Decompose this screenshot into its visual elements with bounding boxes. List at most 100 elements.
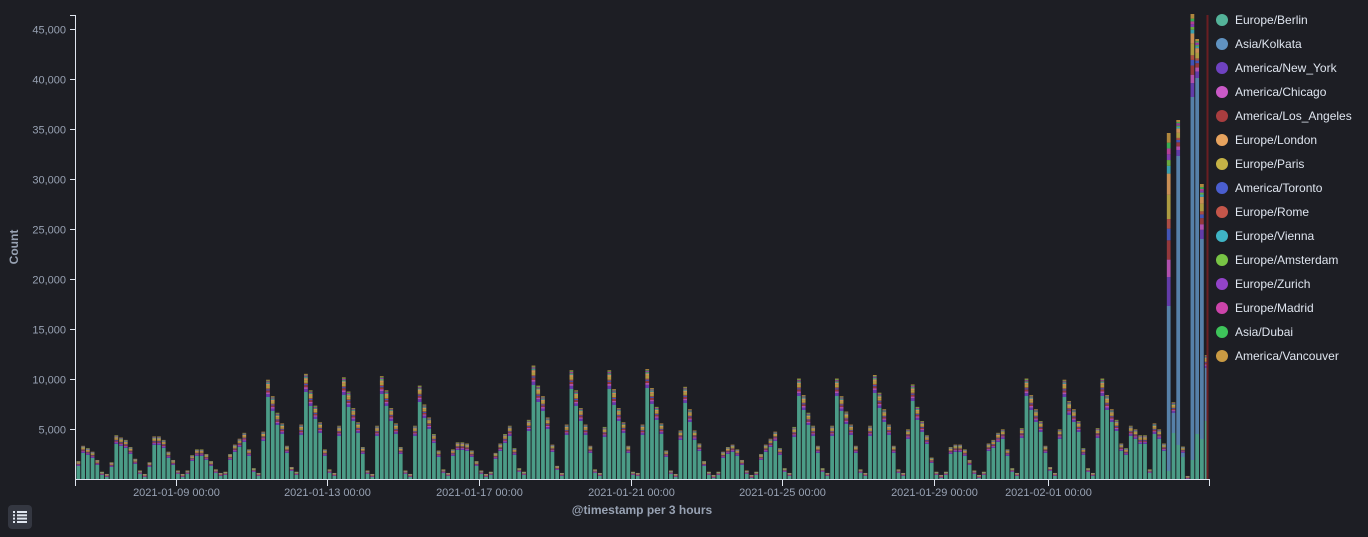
bar-segment-america-new-york[interactable] — [702, 465, 706, 466]
bar-segment-america-chicago[interactable] — [602, 434, 607, 436]
bar-segment-america-new-york[interactable] — [1000, 437, 1005, 439]
bar-stack[interactable] — [853, 445, 858, 479]
bar-segment-europe-paris[interactable] — [422, 409, 427, 412]
bar-segment-america-los-angeles[interactable] — [1133, 435, 1138, 437]
bar-stack[interactable] — [1000, 429, 1005, 479]
bar-segment-america-vancouver[interactable] — [1133, 429, 1138, 430]
bar-segment-europe-london[interactable] — [640, 427, 645, 429]
bar-segment-america-los-angeles[interactable] — [1176, 142, 1181, 147]
bar-segment-america-vancouver[interactable] — [261, 431, 266, 433]
bar-segment-europe-paris[interactable] — [133, 460, 138, 462]
bar-segment-america-new-york[interactable] — [114, 442, 119, 444]
bar-segment-america-chicago[interactable] — [455, 447, 460, 449]
bar-segment-america-new-york[interactable] — [95, 464, 100, 465]
bar-segment-europe-paris[interactable] — [550, 447, 555, 449]
bar-segment-europe-paris[interactable] — [455, 445, 460, 447]
bar-segment-america-los-angeles[interactable] — [503, 439, 507, 441]
bar-segment-europe-berlin[interactable] — [223, 475, 228, 479]
bar-segment-asia-kolkata[interactable] — [1200, 239, 1204, 439]
bar-segment-america-toronto[interactable] — [545, 423, 550, 425]
bar-segment-america-new-york[interactable] — [612, 402, 616, 405]
bar-segment-europe-london[interactable] — [853, 447, 858, 449]
bar-segment-america-los-angeles[interactable] — [1162, 448, 1166, 449]
bar-segment-europe-paris[interactable] — [1162, 446, 1166, 448]
bar-segment-america-vancouver[interactable] — [242, 432, 247, 434]
bar-segment-europe-berlin[interactable] — [270, 411, 275, 479]
bar-stack[interactable] — [664, 450, 669, 479]
bar-segment-america-los-angeles[interactable] — [906, 435, 910, 437]
bar-segment-europe-london[interactable] — [844, 414, 849, 417]
bar-segment-america-toronto[interactable] — [507, 431, 512, 433]
bar-segment-america-toronto[interactable] — [986, 447, 991, 449]
bar-segment-europe-berlin[interactable] — [868, 436, 872, 479]
bar-stack[interactable] — [484, 473, 488, 479]
bar-segment-europe-berlin[interactable] — [446, 476, 451, 479]
bar-stack[interactable] — [308, 390, 313, 479]
bar-segment-america-new-york[interactable] — [346, 404, 351, 407]
bar-segment-europe-london[interactable] — [313, 408, 318, 411]
bar-segment-america-chicago[interactable] — [1105, 406, 1109, 408]
bar-segment-america-los-angeles[interactable] — [379, 387, 384, 390]
bar-stack[interactable] — [379, 376, 384, 479]
bar-segment-europe-zurich[interactable] — [266, 381, 270, 383]
bar-segment-europe-berlin[interactable] — [778, 455, 782, 479]
bar-segment-america-new-york[interactable] — [455, 448, 460, 450]
bar-segment-america-vancouver[interactable] — [1190, 14, 1195, 19]
bar-segment-america-toronto[interactable] — [792, 432, 797, 434]
bar-segment-europe-paris[interactable] — [161, 442, 166, 444]
bar-segment-europe-paris[interactable] — [834, 384, 839, 388]
bar-segment-america-toronto[interactable] — [526, 426, 531, 427]
bar-stack[interactable] — [436, 450, 441, 479]
bar-segment-europe-paris[interactable] — [1095, 431, 1100, 434]
bar-segment-america-chicago[interactable] — [451, 454, 455, 455]
bar-segment-america-vancouver[interactable] — [379, 376, 384, 378]
bar-segment-europe-vienna[interactable] — [384, 393, 389, 395]
bar-stack[interactable] — [375, 425, 379, 479]
bar-segment-america-chicago[interactable] — [1114, 428, 1119, 430]
bar-segment-america-los-angeles[interactable] — [436, 454, 441, 456]
bar-segment-europe-berlin[interactable] — [341, 395, 346, 479]
bar-segment-america-toronto[interactable] — [882, 416, 887, 418]
bar-segment-europe-vienna[interactable] — [346, 394, 351, 396]
bar-segment-america-vancouver[interactable] — [541, 396, 545, 398]
bar-segment-america-vancouver[interactable] — [1195, 39, 1200, 42]
bar-segment-america-vancouver[interactable] — [1128, 425, 1133, 427]
bar-segment-europe-paris[interactable] — [1133, 432, 1138, 435]
bar-segment-europe-london[interactable] — [413, 428, 417, 430]
bar-segment-europe-paris[interactable] — [95, 461, 100, 463]
bar-segment-america-chicago[interactable] — [128, 452, 133, 453]
bar-segment-america-chicago[interactable] — [953, 450, 958, 451]
bar-segment-asia-dubai[interactable] — [536, 386, 541, 388]
bar-segment-europe-amsterdam[interactable] — [1029, 397, 1034, 398]
bar-segment-america-chicago[interactable] — [773, 438, 778, 440]
bar-segment-europe-berlin[interactable] — [1166, 471, 1171, 479]
bar-segment-america-chicago[interactable] — [95, 463, 100, 465]
bar-segment-america-new-york[interactable] — [1043, 451, 1048, 453]
bar-segment-america-los-angeles[interactable] — [157, 441, 161, 443]
bar-segment-europe-london[interactable] — [887, 427, 891, 429]
bar-segment-europe-rome[interactable] — [545, 423, 550, 424]
bar-segment-america-chicago[interactable] — [801, 406, 806, 408]
bar-segment-europe-paris[interactable] — [545, 421, 550, 424]
bar-segment-america-chicago[interactable] — [550, 450, 555, 451]
bar-segment-america-chicago[interactable] — [721, 456, 725, 457]
bar-segment-europe-berlin[interactable] — [996, 442, 1000, 479]
bar-segment-america-new-york[interactable] — [161, 446, 166, 448]
bar-segment-europe-rome[interactable] — [612, 397, 616, 398]
bar-segment-europe-berlin[interactable] — [1143, 444, 1147, 479]
bar-stack[interactable] — [133, 458, 138, 479]
bar-segment-america-los-angeles[interactable] — [114, 440, 119, 442]
bar-segment-america-los-angeles[interactable] — [1067, 409, 1072, 412]
bar-segment-europe-london[interactable] — [816, 447, 820, 449]
bar-segment-america-chicago[interactable] — [735, 454, 740, 455]
bar-segment-america-los-angeles[interactable] — [692, 436, 697, 438]
bar-segment-america-toronto[interactable] — [1100, 388, 1105, 390]
bar-stack[interactable] — [962, 449, 967, 479]
bar-segment-america-vancouver[interactable] — [337, 425, 341, 427]
bar-segment-america-toronto[interactable] — [910, 393, 915, 395]
bar-segment-europe-rome[interactable] — [792, 431, 797, 433]
bar-segment-america-chicago[interactable] — [683, 398, 688, 401]
bar-segment-america-toronto[interactable] — [1057, 434, 1062, 436]
bar-segment-america-los-angeles[interactable] — [958, 449, 962, 451]
bar-segment-europe-berlin[interactable] — [128, 454, 133, 479]
